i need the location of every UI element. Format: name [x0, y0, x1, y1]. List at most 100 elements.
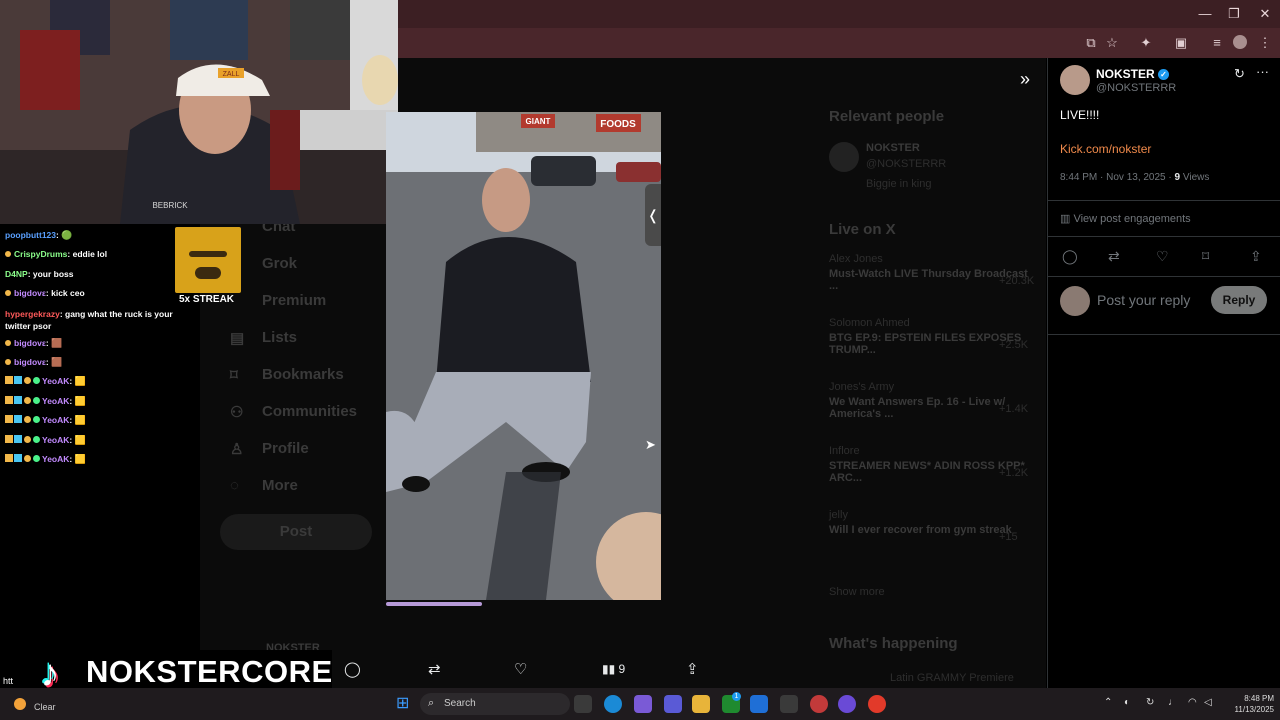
reply-avatar — [1060, 286, 1090, 316]
show-more-link[interactable]: Show more — [829, 586, 885, 598]
maximize-icon[interactable]: ❐ — [1219, 4, 1249, 24]
shirt-text: BEBRICK — [152, 201, 188, 210]
trend-item[interactable]: Latin GRAMMY Premiere — [890, 672, 1014, 684]
live-item[interactable]: Jones's Army We Want Answers Ep. 16 - Li… — [829, 381, 1029, 445]
chat-username[interactable]: YeoAK — [42, 415, 69, 425]
install-app-icon[interactable]: ⧉ — [1082, 34, 1100, 52]
chat-username[interactable]: CrispyDrums — [14, 249, 67, 259]
reply-button[interactable]: Reply — [1211, 286, 1267, 314]
live-item[interactable]: Solomon Ahmed BTG EP.9: EPSTEIN FILES EX… — [829, 317, 1029, 381]
x-post-button[interactable]: Post — [220, 514, 372, 550]
teams-icon[interactable] — [664, 695, 682, 713]
panel-bookmark-icon[interactable]: ⌑ — [1202, 248, 1209, 265]
live-list: Alex Jones Must-Watch LIVE Thursday Broa… — [829, 253, 1034, 573]
bookmark-star-icon[interactable]: ☆ — [1103, 34, 1121, 52]
nav-communities[interactable]: ⚇ Communities — [230, 403, 380, 440]
chat-username[interactable]: D4NP — [5, 269, 28, 279]
author-avatar[interactable] — [1060, 65, 1090, 95]
nav-grok[interactable]: Grok — [230, 255, 380, 292]
webcam-scene: ZALL BEBRICK — [0, 0, 398, 224]
grok-icon[interactable]: ↻ — [1234, 66, 1245, 82]
chat-username[interactable]: bigdovε — [14, 338, 46, 348]
extensions-icon[interactable]: ✦ — [1137, 34, 1155, 52]
media-collapse-handle[interactable]: ❬ — [645, 184, 661, 246]
chat-username[interactable]: YeoAK — [42, 454, 69, 464]
chat-username[interactable]: bigdovε — [14, 357, 46, 367]
live-item[interactable]: Alex Jones Must-Watch LIVE Thursday Broa… — [829, 253, 1034, 317]
mic-icon[interactable]: ♩ — [1168, 697, 1178, 708]
live-item[interactable]: Inflore STREAMER NEWS* ADIN ROSS KPP* AR… — [829, 445, 1029, 509]
webcam-overlay: ZALL BEBRICK — [0, 0, 398, 224]
more-menu-icon[interactable]: ⋮ — [1256, 34, 1274, 52]
start-icon[interactable]: ⊞ — [396, 696, 412, 712]
app-red-icon[interactable] — [810, 695, 828, 713]
panel-like-icon[interactable]: ♡ — [1156, 248, 1169, 265]
reply-icon[interactable]: ◯ — [344, 660, 361, 678]
views-count: 9 — [618, 662, 626, 676]
chat-username[interactable]: YeoAK — [42, 376, 69, 386]
share-icon[interactable]: ⇪ — [686, 660, 699, 678]
chat-emote-icon: 🟢 — [61, 230, 73, 240]
view-engagements-link[interactable]: ▥ View post engagements — [1060, 212, 1191, 225]
nav-more[interactable]: ◌ More — [230, 477, 380, 514]
close-icon[interactable]: ✕ — [1250, 4, 1280, 24]
tray-sync-icon[interactable]: ↻ — [1146, 697, 1154, 708]
store-icon[interactable] — [750, 695, 768, 713]
url-stub: htt — [3, 676, 14, 686]
like-icon[interactable]: ♡ — [514, 660, 527, 678]
split-view-icon[interactable]: ▣ — [1172, 34, 1190, 52]
panel-reply-icon[interactable]: ◯ — [1062, 248, 1078, 265]
panel-share-icon[interactable]: ⇪ — [1250, 248, 1262, 265]
chat-username[interactable]: YeoAK — [42, 396, 69, 406]
chat-badge-icon — [5, 290, 11, 297]
tray-chevron-icon[interactable]: ⌃ — [1104, 697, 1112, 708]
stream-chat: poopbutt123: 🟢 CrispyDrums: eddie lol D4NP… — [0, 226, 185, 476]
chat-username[interactable]: YeoAK — [42, 435, 69, 445]
live-item[interactable]: jelly Will I ever recover from gym strea… — [829, 509, 1029, 573]
chat-username[interactable]: poopbutt123 — [5, 230, 56, 240]
profile-avatar[interactable] — [1233, 35, 1247, 49]
search-placeholder: Search — [444, 698, 476, 709]
app-purple-icon[interactable] — [838, 695, 856, 713]
nav-profile[interactable]: ♙ Profile — [230, 440, 380, 477]
mouse-cursor: ➤ — [645, 437, 656, 452]
weather-icon[interactable] — [14, 698, 26, 710]
wifi-icon[interactable]: ◠ — [1188, 697, 1197, 708]
chat-message: poopbutt123: 🟢 — [0, 226, 185, 245]
edge-icon[interactable] — [604, 695, 622, 713]
taskbar-search[interactable]: ⌕ Search — [420, 693, 570, 715]
task-view-icon[interactable] — [574, 695, 592, 713]
post-media-image[interactable]: FOODS GIANT — [386, 112, 661, 600]
nav-premium[interactable]: Premium — [230, 292, 380, 329]
chat-badge-icon — [5, 339, 11, 346]
chat-username[interactable]: hypergekrazy — [5, 309, 60, 319]
repost-icon[interactable]: ⇄ — [428, 660, 441, 678]
panel-repost-icon[interactable]: ⇄ — [1108, 248, 1120, 265]
minimize-icon[interactable]: — — [1190, 4, 1220, 24]
volume-icon[interactable]: ◁ — [1204, 697, 1212, 708]
chat-emote-icon: 🟨 — [74, 453, 86, 464]
reply-input[interactable]: Post your reply — [1097, 292, 1190, 308]
live-on-x-title: Live on X — [829, 221, 896, 238]
chat-username[interactable]: bigdovε — [14, 288, 46, 298]
tray-app-icon[interactable]: ◐ — [1124, 697, 1130, 708]
media-controls-icon[interactable]: ≡ — [1208, 34, 1226, 52]
copilot-icon[interactable] — [634, 695, 652, 713]
post-more-icon[interactable]: ··· — [1256, 64, 1269, 79]
explorer-icon[interactable] — [692, 695, 710, 713]
video-progress-bar[interactable] — [386, 602, 482, 606]
nav-bookmarks[interactable]: ⌑ Bookmarks — [230, 366, 380, 403]
taskbar-clock[interactable]: 8:48 PM 11/13/2025 — [1222, 693, 1274, 715]
relevant-person-avatar[interactable] — [829, 142, 859, 172]
relevant-person-name[interactable]: NOKSTER — [866, 142, 920, 154]
author-name[interactable]: NOKSTER ✓ — [1096, 67, 1170, 81]
views-icon[interactable]: ▮▮ 9 — [602, 662, 625, 676]
snip-icon[interactable] — [780, 695, 798, 713]
weather-text[interactable]: Clear — [34, 702, 56, 712]
chrome-icon[interactable] — [868, 695, 886, 713]
expand-panel-icon[interactable]: » — [1014, 68, 1036, 90]
divider — [1048, 236, 1280, 237]
nav-lists[interactable]: ▤ Lists — [230, 329, 380, 366]
chat-badges-icon — [5, 415, 42, 425]
post-link[interactable]: Kick.com/nokster — [1060, 142, 1151, 156]
